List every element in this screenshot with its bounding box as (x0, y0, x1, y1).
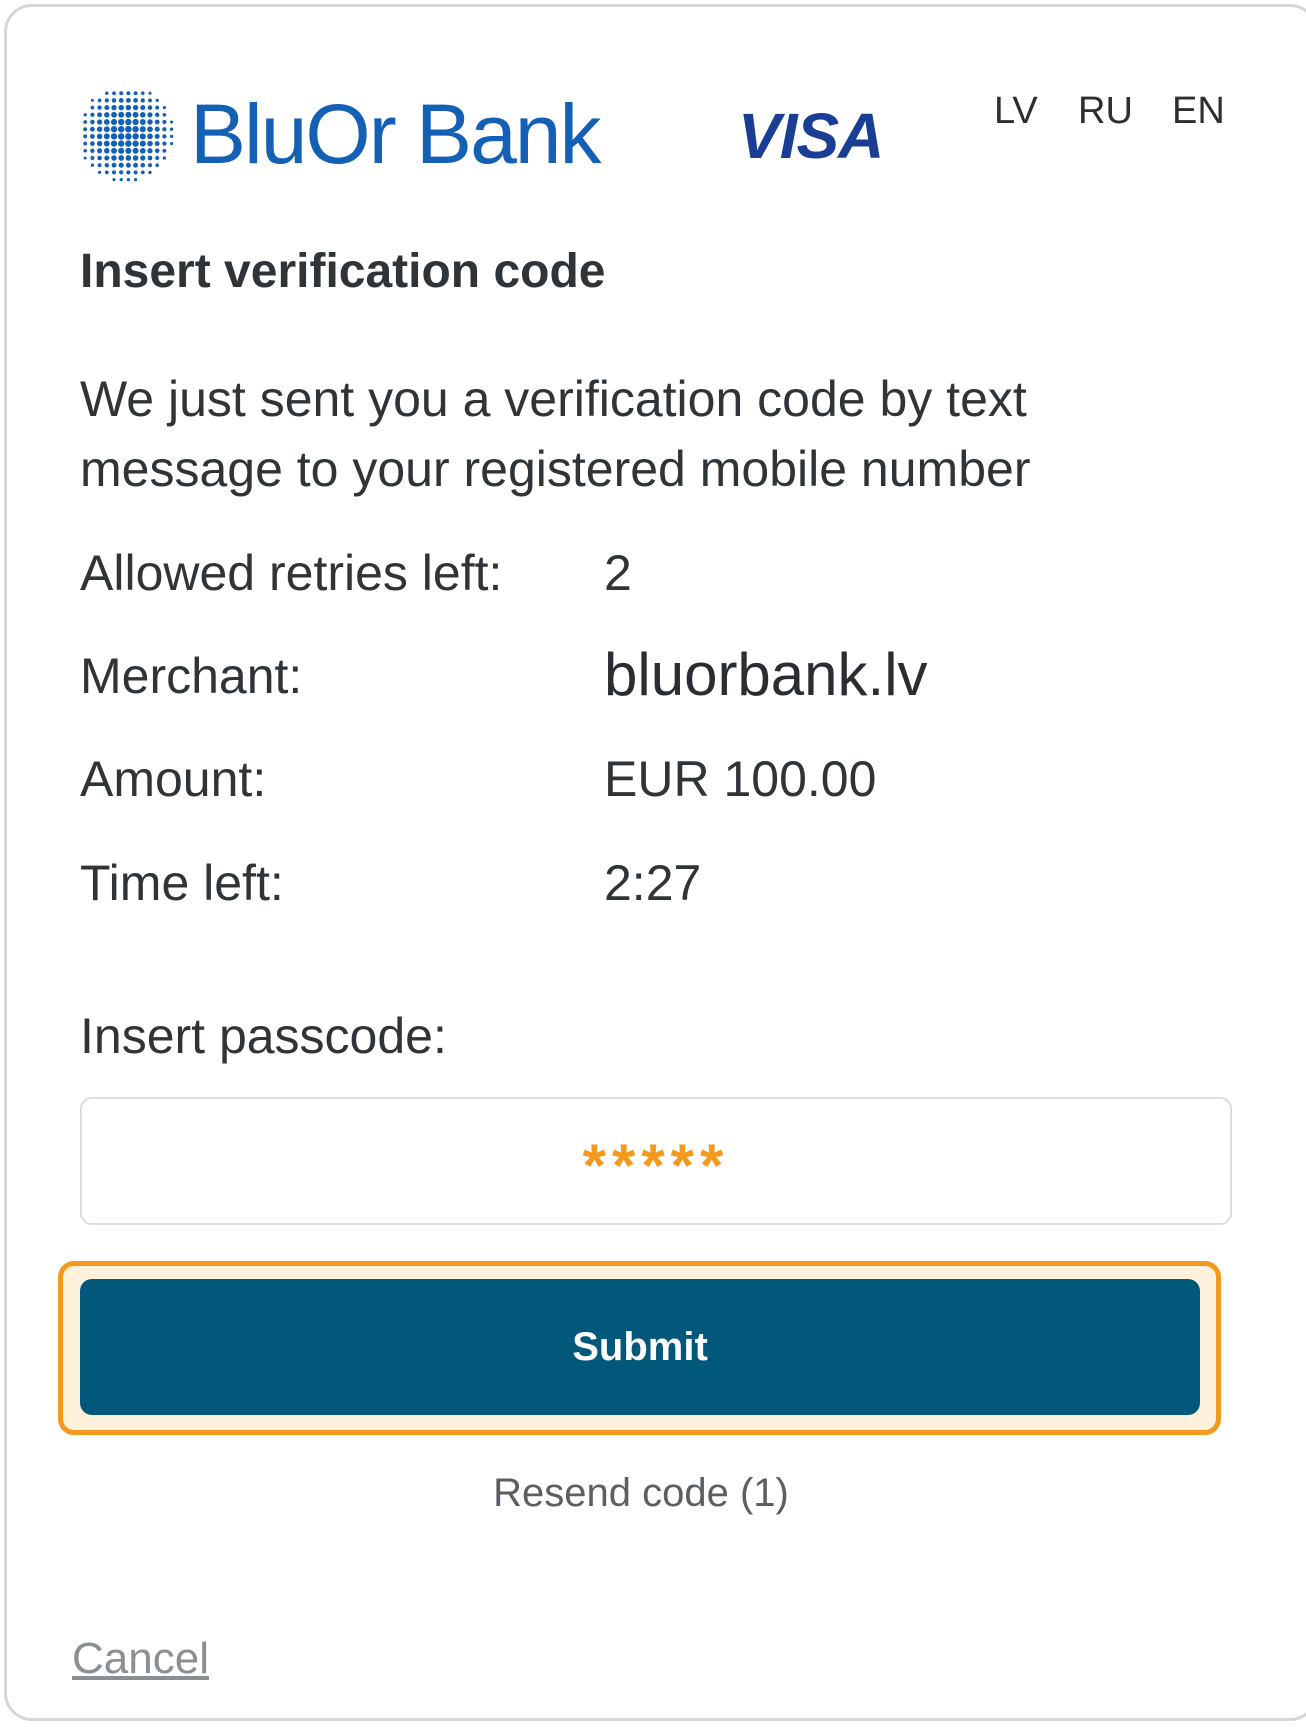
retries-value: 2 (604, 545, 632, 601)
merchant-label: Merchant: (80, 648, 303, 704)
intro-text: We just sent you a verification code by … (80, 371, 1031, 497)
amount-value: EUR 100.00 (604, 751, 877, 807)
time-left-value: 2:27 (604, 855, 702, 911)
merchant-value: bluorbank.lv (604, 641, 928, 708)
language-lv[interactable]: LV (994, 92, 1038, 130)
bank-logo-icon (83, 91, 174, 182)
visa-logo: VISA (738, 100, 884, 172)
retries-label: Allowed retries left: (80, 545, 503, 601)
passcode-label: Insert passcode: (80, 1008, 447, 1064)
amount-label: Amount: (80, 751, 267, 807)
page-title: Insert verification code (80, 245, 606, 298)
time-left-label: Time left: (80, 855, 284, 911)
submit-button[interactable]: Submit (80, 1279, 1200, 1415)
passcode-input[interactable]: ***** (80, 1097, 1232, 1225)
language-en[interactable]: EN (1172, 92, 1225, 130)
cancel-link[interactable]: Cancel (72, 1637, 209, 1681)
resend-code-link[interactable]: Resend code (1) (0, 1473, 1282, 1513)
bank-name: BluOr Bank (190, 87, 602, 181)
language-ru[interactable]: RU (1078, 92, 1133, 130)
